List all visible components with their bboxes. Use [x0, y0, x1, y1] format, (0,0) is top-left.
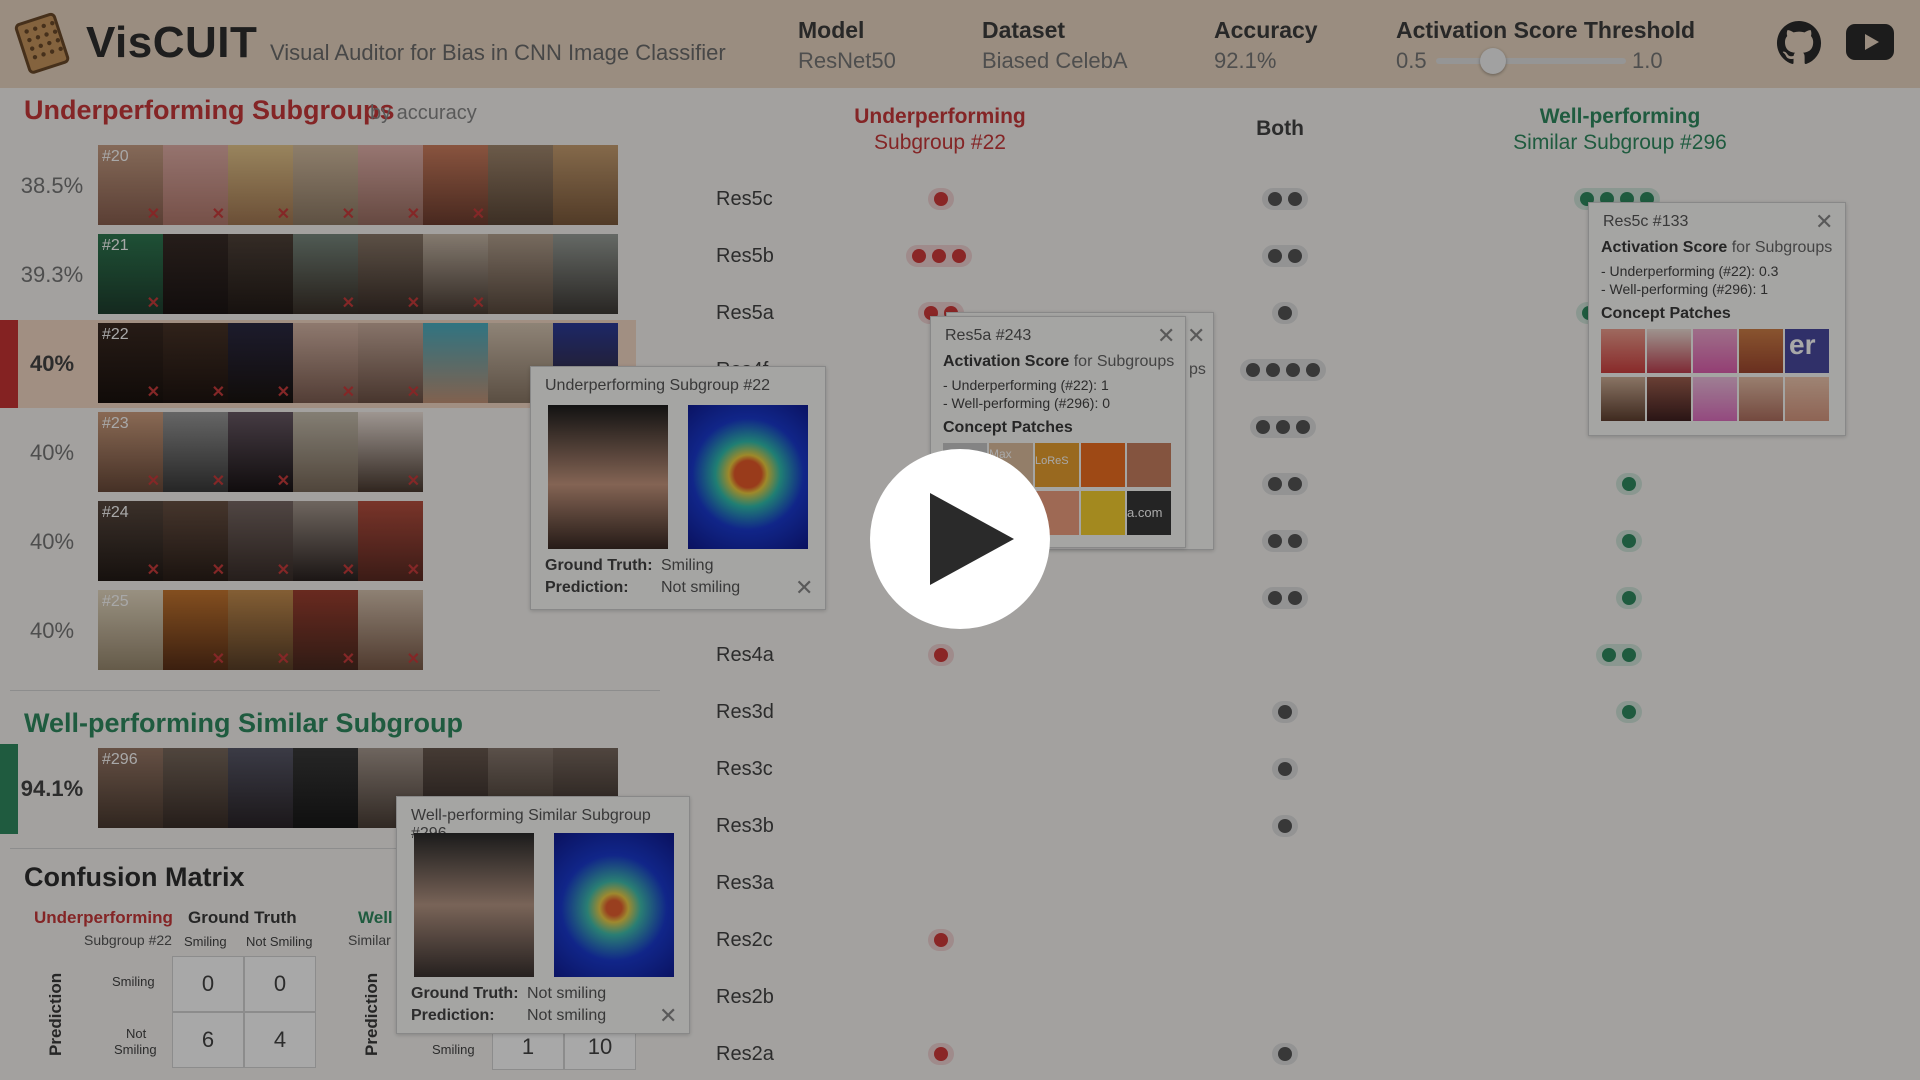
play-button[interactable]	[870, 449, 1050, 629]
play-icon	[930, 493, 1014, 585]
